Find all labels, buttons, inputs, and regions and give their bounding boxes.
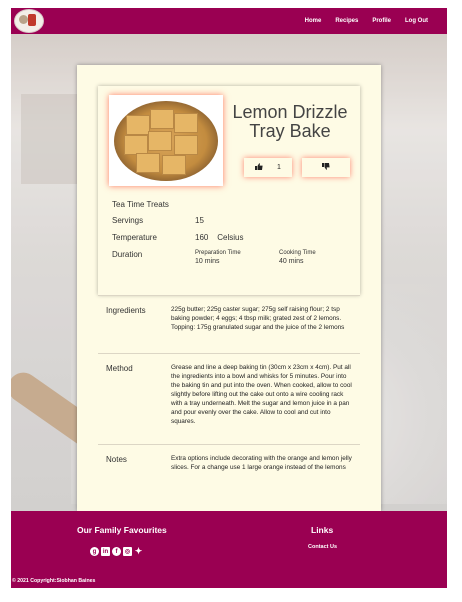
ingredients-label: Ingredients [106,306,146,315]
site-logo[interactable] [14,9,44,33]
page-frame: Home Recipes Profile Log Out Lemon Drizz… [11,8,447,588]
recipe-category: Tea Time Treats [112,200,169,209]
recipe-card: Lemon Drizzle Tray Bake 1 Tea Time Treat… [77,65,381,511]
servings-row: Servings 15 [112,216,204,225]
ingredients-text: 225g butter; 225g caster sugar; 275g sel… [171,306,345,331]
copyright-text: © 2021 Copyright:Siobhan Baines [12,578,96,584]
method-row: Method Grease and line a deep baking tin… [98,353,360,445]
cook-time-block: Cooking Time 40 mins [279,250,316,265]
prep-time-value: 10 mins [195,258,220,265]
twitter-icon[interactable]: ✦ [134,546,143,556]
nav-logout-link[interactable]: Log Out [405,18,428,24]
cake-piece [174,112,198,133]
linkedin-icon[interactable]: in [101,547,110,556]
cake-piece [124,134,148,155]
navbar: Home Recipes Profile Log Out [11,8,447,34]
cake-piece [148,130,172,151]
temperature-value: 160 [195,233,209,242]
cake-piece [162,154,186,175]
like-button[interactable]: 1 [244,158,292,177]
prep-time-label: Preparation Time [195,250,241,256]
dislike-button[interactable] [302,158,350,177]
footer-favourites-title: Our Family Favourites [77,525,167,535]
thumbs-down-icon [322,163,330,172]
prep-time-block: Preparation Time 10 mins [195,250,241,265]
notes-label: Notes [106,455,127,464]
facebook-icon[interactable]: f [112,547,121,556]
servings-label: Servings [112,216,144,225]
cake-piece [150,108,174,129]
cook-time-value: 40 mins [279,258,304,265]
temperature-label: Temperature [112,233,157,242]
servings-value: 15 [195,216,204,225]
logo-shape [28,14,36,26]
recipe-image-frame [109,95,223,186]
nav-links: Home Recipes Profile Log Out [305,18,428,24]
duration-label: Duration [112,250,143,259]
method-text: Grease and line a deep baking tin (30cm … [171,364,352,425]
github-icon[interactable]: g [90,547,99,556]
duration-row: Duration [112,250,195,259]
footer: Our Family Favourites g in f ◎ ✦ Links C… [11,511,447,588]
footer-links-title: Links [311,525,334,535]
nav-recipes-link[interactable]: Recipes [335,18,358,24]
nav-home-link[interactable]: Home [305,18,322,24]
like-count: 1 [277,164,281,171]
instagram-icon[interactable]: ◎ [123,547,132,556]
background-image: Lemon Drizzle Tray Bake 1 Tea Time Treat… [11,34,447,511]
ingredients-row: Ingredients 225g butter; 225g caster sug… [98,295,360,354]
cake-piece [136,152,160,173]
temperature-row: Temperature 160 Celsius [112,233,243,242]
cake-piece [126,114,150,135]
cake-piece [174,134,198,155]
recipe-summary: Lemon Drizzle Tray Bake 1 Tea Time Treat… [98,86,360,295]
logo-shape [19,15,28,24]
method-label: Method [106,364,133,373]
contact-us-link[interactable]: Contact Us [308,544,337,550]
cook-time-label: Cooking Time [279,250,316,256]
recipe-title: Lemon Drizzle Tray Bake [232,102,348,141]
thumbs-up-icon [255,163,263,172]
notes-text: Extra options include decorating with th… [171,455,352,471]
notes-row: Notes Extra options include decorating w… [98,444,360,490]
temperature-unit: Celsius [217,233,244,242]
social-links: g in f ◎ ✦ [90,546,143,556]
recipe-image [114,100,218,181]
nav-profile-link[interactable]: Profile [372,18,391,24]
